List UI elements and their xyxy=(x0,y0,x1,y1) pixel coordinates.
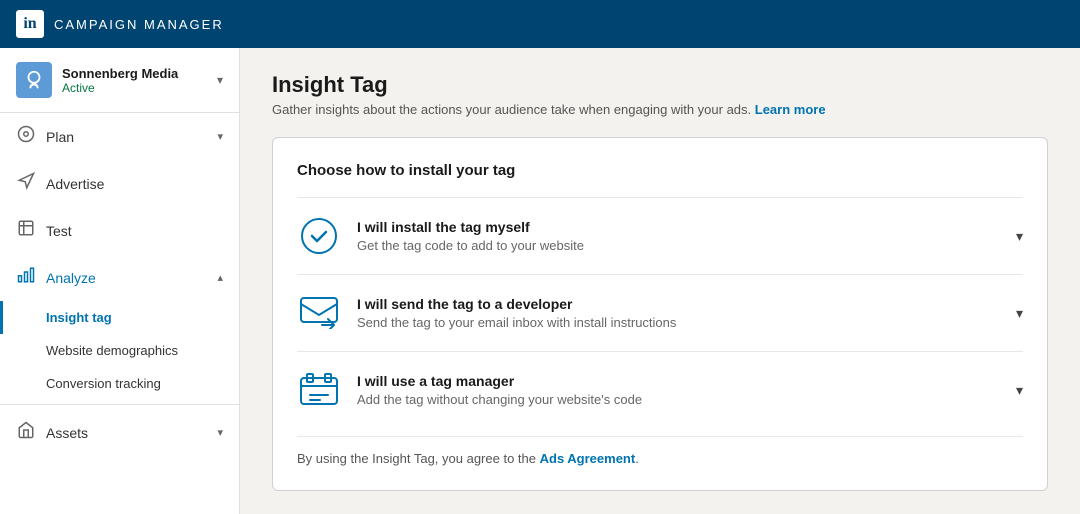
sidebar-item-advertise[interactable]: Advertise xyxy=(0,160,239,207)
option-send-developer[interactable]: I will send the tag to a developer Send … xyxy=(297,274,1023,351)
self-install-chevron-icon: ▾ xyxy=(1016,228,1023,245)
send-developer-icon xyxy=(297,291,341,335)
account-avatar xyxy=(16,62,52,98)
self-install-title: I will install the tag myself xyxy=(357,219,1016,235)
top-navigation: in CAMPAIGN MANAGER xyxy=(0,0,1080,48)
sidebar-item-conversion-tracking[interactable]: Conversion tracking xyxy=(0,367,239,400)
option-self-install[interactable]: I will install the tag myself Get the ta… xyxy=(297,197,1023,274)
main-content: Insight Tag Gather insights about the ac… xyxy=(240,48,1080,514)
send-developer-text: I will send the tag to a developer Send … xyxy=(357,296,1016,330)
tag-manager-icon xyxy=(297,368,341,412)
assets-icon xyxy=(16,421,36,444)
analyze-label: Analyze xyxy=(46,270,217,286)
sidebar-item-insight-tag[interactable]: Insight tag xyxy=(0,301,239,334)
advertise-label: Advertise xyxy=(46,176,223,192)
account-avatar-icon xyxy=(23,69,45,91)
advertise-icon xyxy=(16,172,36,195)
self-install-desc: Get the tag code to add to your website xyxy=(357,238,1016,253)
card-footer: By using the Insight Tag, you agree to t… xyxy=(297,436,1023,466)
card-heading: Choose how to install your tag xyxy=(297,162,1023,179)
tag-manager-title: I will use a tag manager xyxy=(357,373,1016,389)
send-developer-title: I will send the tag to a developer xyxy=(357,296,1016,312)
tag-manager-desc: Add the tag without changing your websit… xyxy=(357,392,1016,407)
analyze-subnav: Insight tag Website demographics Convers… xyxy=(0,301,239,400)
account-info: Sonnenberg Media Active xyxy=(62,66,217,95)
assets-chevron-icon: ▾ xyxy=(217,426,223,439)
test-label: Test xyxy=(46,223,223,239)
sidebar-item-website-demographics[interactable]: Website demographics xyxy=(0,334,239,367)
account-name: Sonnenberg Media xyxy=(62,66,217,81)
sidebar: Sonnenberg Media Active ▾ Plan ▾ Adverti… xyxy=(0,48,240,514)
self-install-icon xyxy=(297,214,341,258)
assets-label: Assets xyxy=(46,425,217,441)
analyze-chevron-icon: ▴ xyxy=(217,271,223,284)
sidebar-item-test[interactable]: Test xyxy=(0,207,239,254)
option-tag-manager[interactable]: I will use a tag manager Add the tag wit… xyxy=(297,351,1023,428)
self-install-text: I will install the tag myself Get the ta… xyxy=(357,219,1016,253)
account-chevron-icon: ▾ xyxy=(217,73,223,87)
analyze-icon xyxy=(16,266,36,289)
install-card: Choose how to install your tag I will in… xyxy=(272,137,1048,491)
send-developer-chevron-icon: ▾ xyxy=(1016,305,1023,322)
main-layout: Sonnenberg Media Active ▾ Plan ▾ Adverti… xyxy=(0,48,1080,514)
plan-icon xyxy=(16,125,36,148)
sidebar-item-assets[interactable]: Assets ▾ xyxy=(0,409,239,456)
learn-more-link[interactable]: Learn more xyxy=(755,102,826,117)
plan-label: Plan xyxy=(46,129,217,145)
plan-chevron-icon: ▾ xyxy=(217,130,223,143)
account-selector[interactable]: Sonnenberg Media Active ▾ xyxy=(0,48,239,113)
ads-agreement-link[interactable]: Ads Agreement xyxy=(540,451,636,466)
sidebar-item-analyze[interactable]: Analyze ▴ xyxy=(0,254,239,301)
page-subtitle: Gather insights about the actions your a… xyxy=(272,102,1048,117)
tag-manager-chevron-icon: ▾ xyxy=(1016,382,1023,399)
account-status: Active xyxy=(62,81,217,95)
sidebar-item-plan[interactable]: Plan ▾ xyxy=(0,113,239,160)
sidebar-divider xyxy=(0,404,239,405)
send-developer-desc: Send the tag to your email inbox with in… xyxy=(357,315,1016,330)
page-title: Insight Tag xyxy=(272,72,1048,98)
app-title: CAMPAIGN MANAGER xyxy=(54,17,224,32)
linkedin-logo: in xyxy=(16,10,44,38)
test-icon xyxy=(16,219,36,242)
tag-manager-text: I will use a tag manager Add the tag wit… xyxy=(357,373,1016,407)
